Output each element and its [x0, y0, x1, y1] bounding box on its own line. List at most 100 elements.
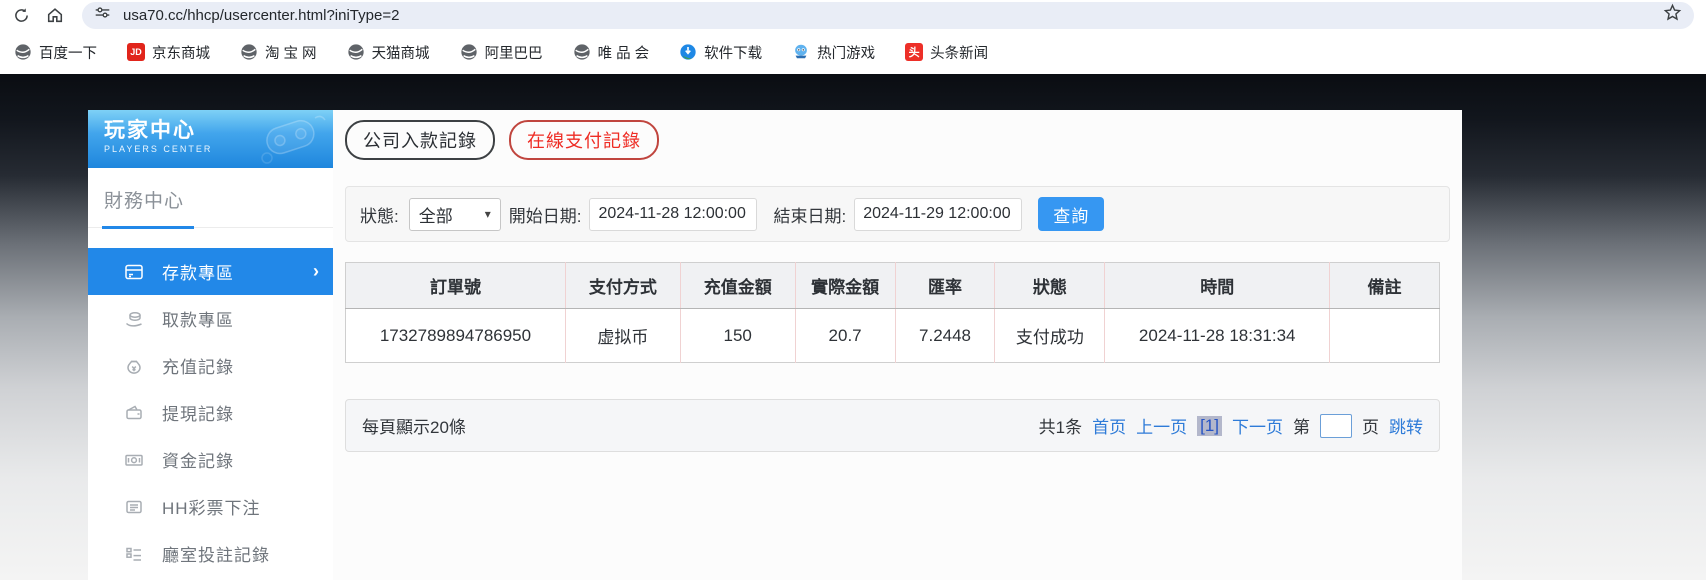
game-mascot-icon	[792, 43, 810, 61]
home-icon	[46, 6, 64, 24]
first-page-link[interactable]: 首页	[1092, 413, 1126, 438]
bookmark-alibaba[interactable]: 阿里巴巴	[460, 42, 543, 63]
col-remark: 備註	[1329, 262, 1440, 309]
end-date-input[interactable]	[854, 197, 1023, 231]
cell-payment-method: 虚拟币	[565, 308, 681, 363]
main-panel: 公司入款記錄 在線支付記錄 狀態: 全部 ▾ 開始日期: 結束日期: 查詢	[333, 110, 1462, 580]
deposit-card-icon	[124, 262, 144, 282]
col-recharge-amount: 充值金額	[680, 262, 796, 309]
col-time: 時間	[1104, 262, 1331, 309]
bookmark-star-icon[interactable]	[1663, 3, 1682, 27]
url-text[interactable]: usa70.cc/hhcp/usercenter.html?iniType=2	[123, 7, 1663, 24]
bookmark-label: 热门游戏	[817, 45, 876, 62]
globe-icon	[347, 43, 365, 61]
wallet-icon	[124, 403, 144, 423]
pagination-bar: 每頁顯示20條 共1条 首页 上一页 [1] 下一页 第 页 跳转	[345, 399, 1440, 452]
bookmark-tmall[interactable]: 天猫商城	[347, 42, 430, 63]
bookmark-label: 软件下载	[704, 45, 763, 62]
sidebar-item-deposit[interactable]: 存款專區 ›	[88, 248, 333, 295]
sidebar-item-room-betting-record[interactable]: 廳室投註記錄	[88, 530, 333, 577]
jump-button[interactable]: 跳转	[1389, 413, 1423, 438]
status-select[interactable]: 全部 ▾	[408, 197, 501, 231]
gamepad-icon	[253, 112, 329, 168]
bookmark-toutiao[interactable]: 头 头条新闻	[905, 42, 988, 63]
reload-button[interactable]	[8, 2, 34, 28]
col-order-number: 訂單號	[345, 262, 566, 309]
sidebar-item-hh-lottery[interactable]: HH彩票下注	[88, 483, 333, 530]
col-exchange-rate: 匯率	[895, 262, 996, 309]
jump-prefix-text: 第	[1293, 418, 1310, 437]
toutiao-icon: 头	[905, 43, 924, 61]
bookmark-label: 京东商城	[152, 45, 210, 62]
sidebar-item-label: HH彩票下注	[162, 499, 261, 518]
sidebar-item-withdraw[interactable]: 取款專區	[88, 295, 333, 342]
sidebar-item-label: 取款專區	[162, 311, 234, 330]
table-row: 1732789894786950 虚拟币 150 20.7 7.2448 支付成…	[345, 308, 1440, 363]
bookmark-label: 头条新闻	[930, 45, 989, 62]
cell-status: 支付成功	[994, 308, 1106, 363]
sidebar-item-label: 提現記錄	[162, 405, 234, 424]
screen: usa70.cc/hhcp/usercenter.html?iniType=2 …	[0, 0, 1706, 580]
filter-bar: 狀態: 全部 ▾ 開始日期: 結束日期: 查詢	[345, 186, 1450, 242]
prev-page-link[interactable]: 上一页	[1136, 413, 1187, 438]
site-settings-icon[interactable]	[94, 4, 111, 26]
sidebar-item-label: 存款專區	[162, 264, 234, 283]
page-jump-input[interactable]	[1320, 413, 1352, 438]
start-date-input[interactable]	[589, 197, 758, 231]
bookmark-vip[interactable]: 唯 品 会	[573, 42, 649, 63]
cell-order-number: 1732789894786950	[345, 308, 566, 363]
moneybag-icon	[124, 356, 144, 376]
query-button[interactable]: 查詢	[1038, 197, 1105, 231]
sidebar-item-funds-record[interactable]: 資金記錄	[88, 436, 333, 483]
withdraw-hand-icon	[124, 309, 144, 329]
room-list-icon	[124, 544, 144, 564]
bookmark-jd[interactable]: JD 京东商城	[127, 42, 210, 63]
globe-icon	[573, 43, 591, 61]
page-background: 玩家中心 PLAYERS CENTER 財務中心 存款專區 › 取款專區 充值記…	[0, 74, 1706, 580]
software-download-icon	[679, 43, 697, 61]
page-size-text: 每頁顯示20條	[362, 418, 466, 437]
next-page-link[interactable]: 下一页	[1232, 413, 1283, 438]
reload-icon	[13, 7, 30, 24]
cell-recharge-amount: 150	[680, 308, 796, 363]
status-select-value: 全部	[418, 206, 453, 226]
status-label: 狀態:	[360, 206, 399, 226]
chevron-down-icon: ▾	[484, 207, 491, 221]
jump-suffix-text: 页	[1362, 418, 1379, 437]
table-header-row: 訂單號 支付方式 充值金額 實際金額 匯率 狀態 時間 備註	[345, 262, 1440, 309]
bookmark-software[interactable]: 软件下载	[679, 42, 762, 63]
bookmark-label: 百度一下	[39, 45, 97, 62]
banknote-icon	[124, 450, 144, 470]
address-bar[interactable]: usa70.cc/hhcp/usercenter.html?iniType=2	[82, 1, 1694, 29]
bookmark-label: 淘 宝 网	[265, 45, 317, 62]
sidebar-item-recharge-record[interactable]: 充值記錄	[88, 342, 333, 389]
home-button[interactable]	[42, 2, 68, 28]
pagination-controls: 共1条 首页 上一页 [1] 下一页 第 页 跳转	[1039, 413, 1423, 438]
ticket-list-icon	[124, 497, 144, 517]
globe-icon	[14, 43, 32, 61]
bookmark-label: 阿里巴巴	[484, 45, 543, 62]
total-count-text: 共1条	[1038, 418, 1083, 437]
browser-toolbar: usa70.cc/hhcp/usercenter.html?iniType=2	[0, 0, 1706, 30]
col-actual-amount: 實際金額	[795, 262, 896, 309]
bookmark-games[interactable]: 热门游戏	[792, 42, 875, 63]
globe-icon	[460, 43, 478, 61]
cell-remark	[1329, 308, 1440, 363]
tab-online-payment-record[interactable]: 在線支付記錄	[509, 120, 659, 160]
finance-section-header: 財務中心	[88, 168, 333, 229]
sidebar-menu: 存款專區 › 取款專區 充值記錄 提現記錄 資金記錄 HH彩票下注 廳室投註記錄	[88, 228, 333, 577]
col-payment-method: 支付方式	[565, 262, 681, 309]
players-center-header: 玩家中心 PLAYERS CENTER	[88, 110, 333, 168]
start-date-label: 開始日期:	[508, 206, 582, 226]
section-accent-bar	[102, 226, 194, 229]
sidebar: 玩家中心 PLAYERS CENTER 財務中心 存款專區 › 取款專區 充值記…	[88, 110, 333, 580]
tab-company-deposit-record[interactable]: 公司入款記錄	[345, 120, 495, 160]
cell-actual-amount: 20.7	[795, 308, 896, 363]
bookmark-taobao[interactable]: 淘 宝 网	[240, 42, 317, 63]
payment-records-table: 訂單號 支付方式 充值金額 實際金額 匯率 狀態 時間 備註 173278989…	[345, 262, 1440, 363]
jd-icon: JD	[127, 43, 145, 61]
bookmark-label: 天猫商城	[371, 45, 430, 62]
sidebar-item-withdrawal-record[interactable]: 提現記錄	[88, 389, 333, 436]
current-page-indicator: [1]	[1197, 415, 1222, 436]
bookmark-baidu[interactable]: 百度一下	[14, 42, 97, 63]
